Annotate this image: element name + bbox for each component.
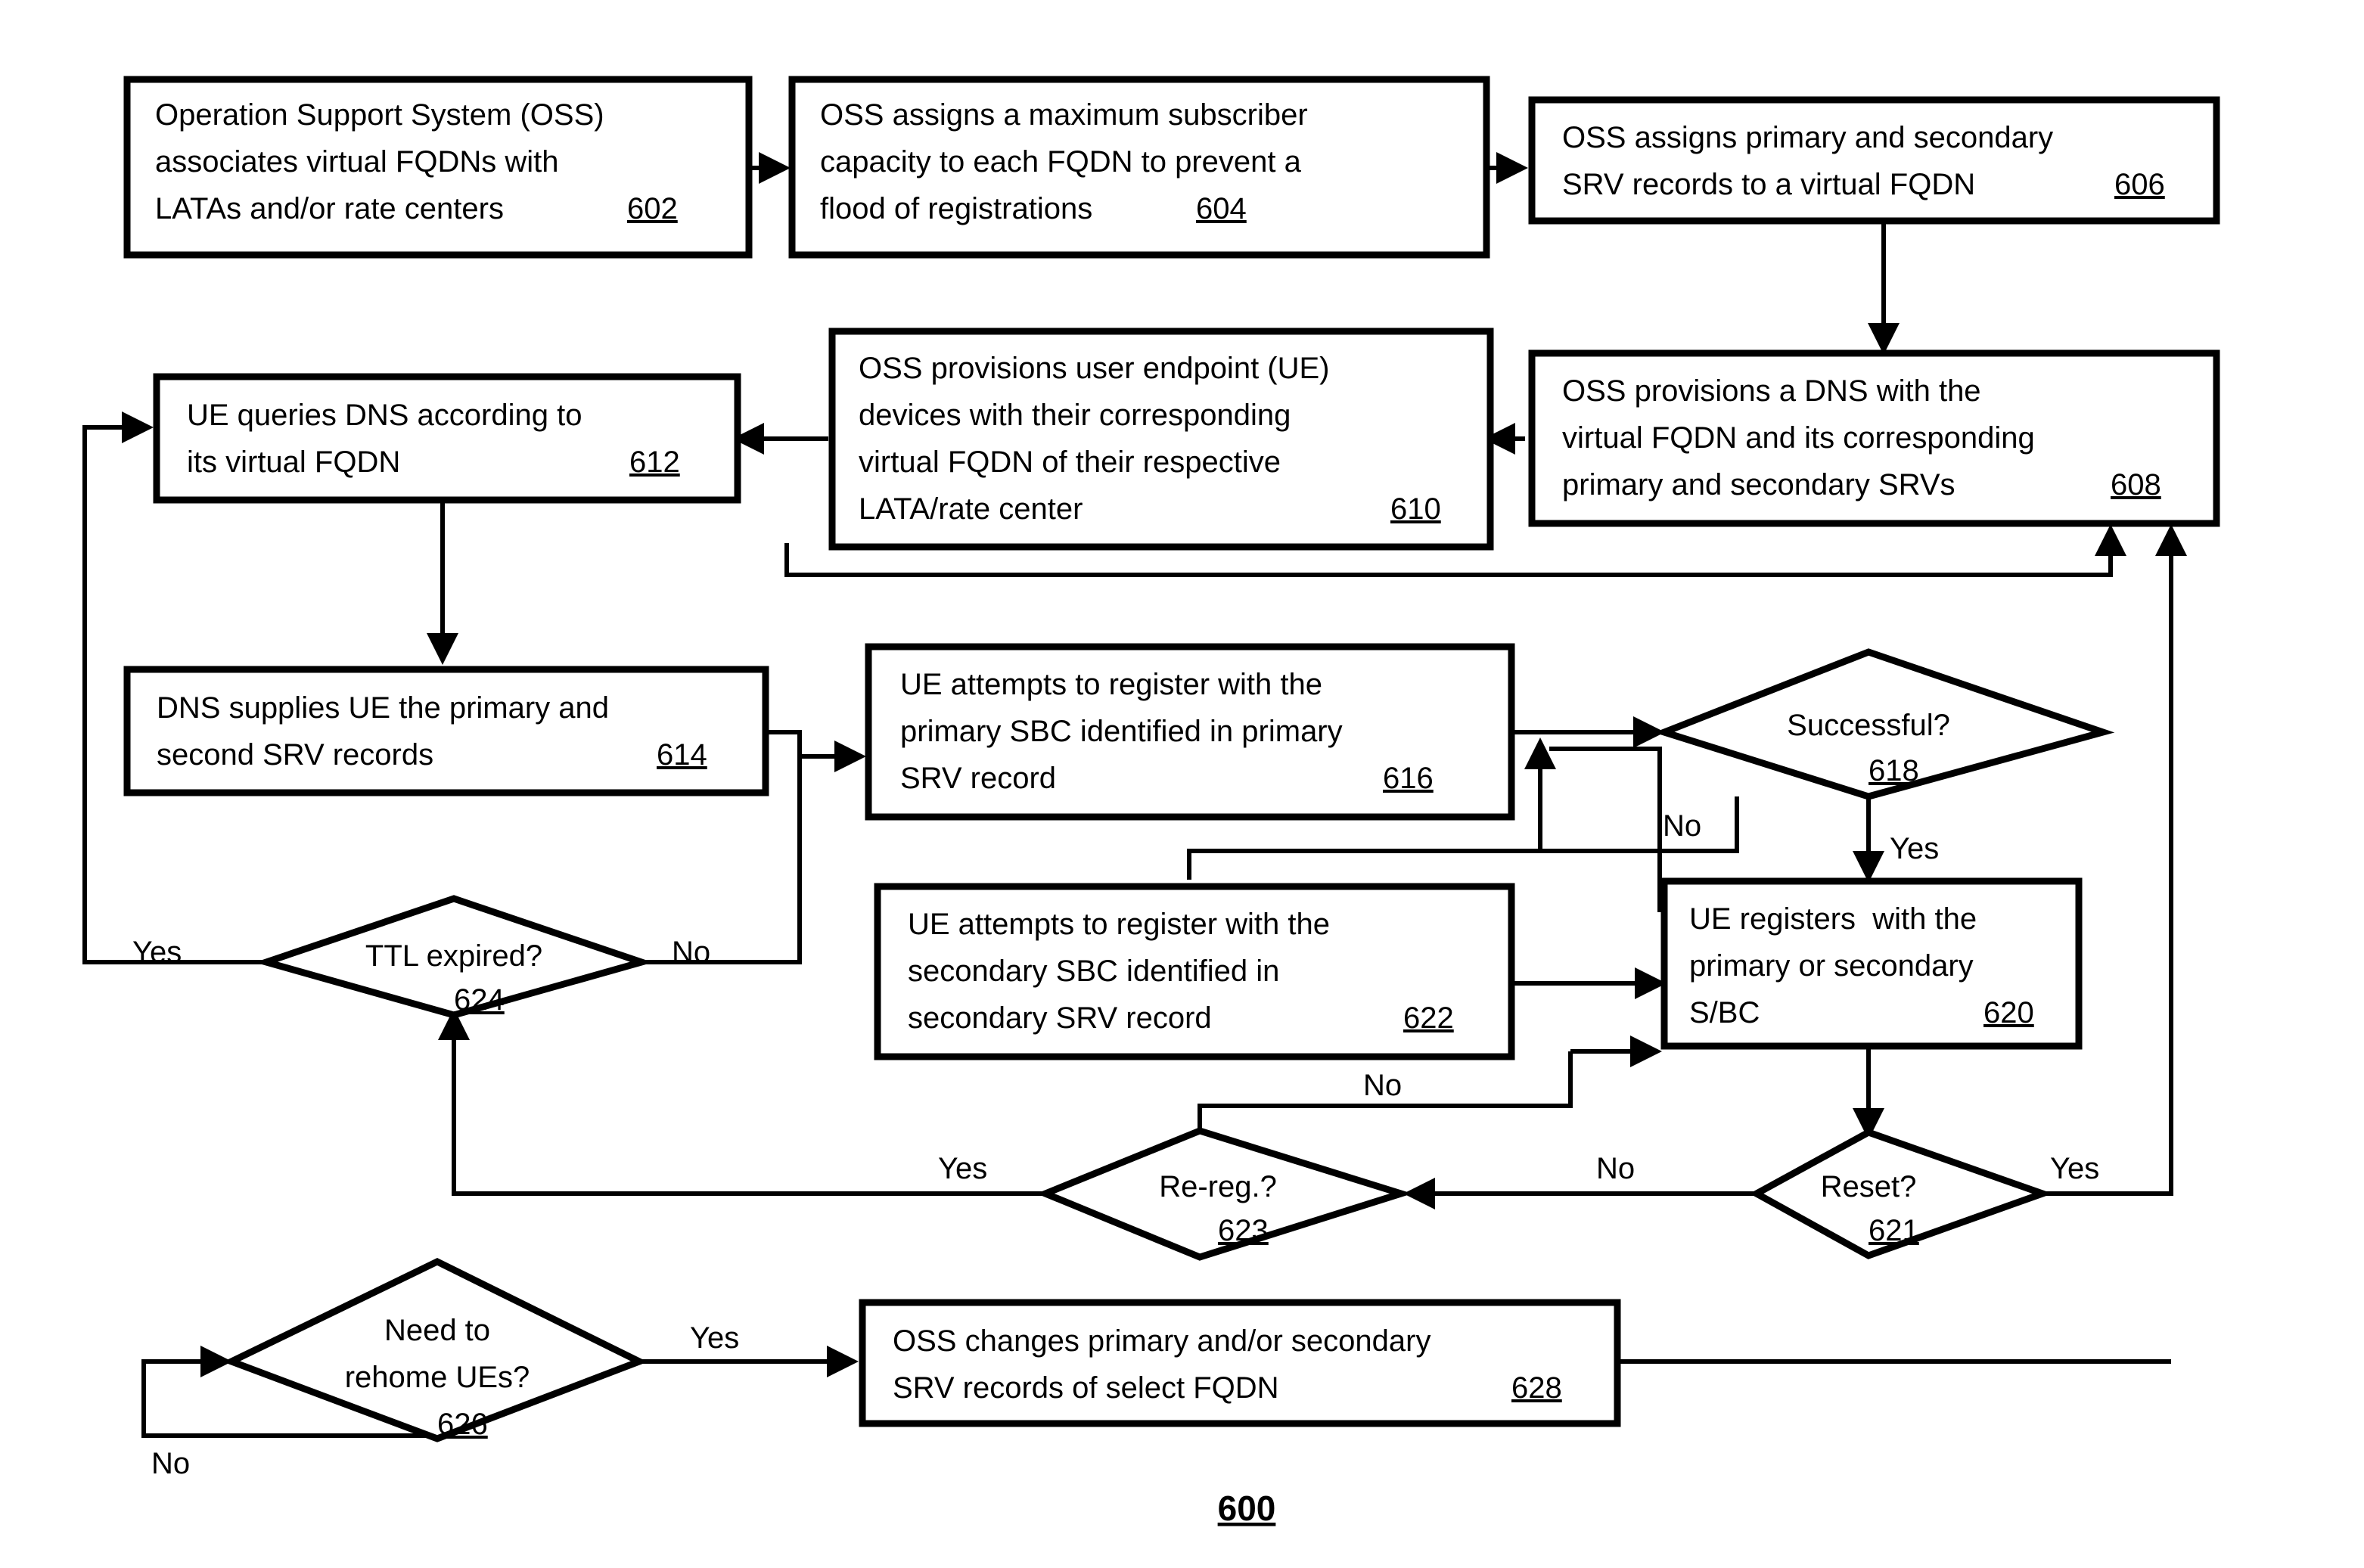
edge-label-623-yes: Yes bbox=[938, 1152, 987, 1185]
node-620-line-1: primary or secondary bbox=[1689, 949, 1974, 983]
node-608-line-0: OSS provisions a DNS with the bbox=[1562, 374, 1981, 408]
node-612-line-0: UE queries DNS according to bbox=[187, 399, 582, 432]
node-621-line-0: Reset? bbox=[1821, 1170, 1917, 1203]
node-606-line-1: SRV records to a virtual FQDN bbox=[1562, 168, 1975, 201]
node-621[interactable]: Reset? 621 bbox=[1749, 1129, 2053, 1259]
node-622-line-0: UE attempts to register with the bbox=[908, 908, 1330, 941]
node-608-ref: 608 bbox=[2111, 468, 2161, 501]
node-620-ref: 620 bbox=[1983, 996, 2034, 1029]
edge-621-yes-to-608 bbox=[1985, 524, 2187, 1196]
node-602-line-2: LATAs and/or rate centers bbox=[155, 192, 504, 225]
node-618-ref: 618 bbox=[1869, 754, 1919, 787]
node-623-line-0: Re-reg.? bbox=[1159, 1170, 1277, 1203]
node-624-line-0: TTL expired? bbox=[365, 939, 542, 973]
edge-label-626-yes: Yes bbox=[690, 1321, 739, 1355]
figure-canvas: Operation Support System (OSS) associate… bbox=[0, 0, 2364, 1568]
node-628[interactable]: OSS changes primary and/or secondary SRV… bbox=[859, 1299, 1621, 1427]
node-614-line-1: second SRV records bbox=[157, 738, 433, 772]
node-618[interactable]: Successful? 618 bbox=[1654, 648, 2115, 800]
node-618-line-0: Successful? bbox=[1787, 709, 1950, 742]
edge-label-624-yes: Yes bbox=[132, 936, 182, 969]
node-608[interactable]: OSS provisions a DNS with the virtual FQ… bbox=[1528, 349, 2220, 527]
node-614[interactable]: DNS supplies UE the primary and second S… bbox=[123, 666, 769, 796]
node-612-line-1: its virtual FQDN bbox=[187, 446, 400, 479]
node-626-line-0: Need to bbox=[384, 1314, 490, 1347]
node-628-line-1: SRV records of select FQDN bbox=[893, 1371, 1279, 1405]
edge-label-618-no: No bbox=[1663, 809, 1701, 843]
node-626-line-1: rehome UEs? bbox=[345, 1361, 530, 1394]
edge-label-626-no: No bbox=[151, 1447, 190, 1480]
node-614-line-0: DNS supplies UE the primary and bbox=[157, 691, 609, 725]
node-622[interactable]: UE attempts to register with the seconda… bbox=[874, 883, 1515, 1060]
node-610-line-0: OSS provisions user endpoint (UE) bbox=[859, 352, 1330, 385]
flowchart-svg: Operation Support System (OSS) associate… bbox=[82, 76, 2220, 1528]
edge-label-621-no: No bbox=[1596, 1152, 1635, 1185]
node-602-ref: 602 bbox=[627, 192, 678, 225]
node-616-line-0: UE attempts to register with the bbox=[900, 668, 1322, 701]
node-622-line-1: secondary SBC identified in bbox=[908, 955, 1279, 988]
node-606-line-0: OSS assigns primary and secondary bbox=[1562, 121, 2053, 154]
figure-number: 600 bbox=[1218, 1489, 1276, 1528]
node-626-ref: 626 bbox=[437, 1408, 488, 1441]
edge-622-retry-route bbox=[1538, 802, 1662, 912]
node-628-line-0: OSS changes primary and/or secondary bbox=[893, 1324, 1431, 1358]
edge-614-to-616 bbox=[766, 730, 866, 772]
node-620-line-2: S/BC bbox=[1689, 996, 1760, 1029]
node-606[interactable]: OSS assigns primary and secondary SRV re… bbox=[1528, 96, 2220, 225]
node-610-ref: 610 bbox=[1390, 492, 1441, 526]
node-610-line-2: virtual FQDN of their respective bbox=[859, 446, 1281, 479]
node-623-ref: 623 bbox=[1218, 1214, 1269, 1247]
node-602-line-0: Operation Support System (OSS) bbox=[155, 98, 604, 132]
node-612-ref: 612 bbox=[629, 446, 680, 479]
node-606-ref: 606 bbox=[2114, 168, 2165, 201]
node-620-line-0: UE registers with the bbox=[1689, 902, 1977, 936]
node-604-line-0: OSS assigns a maximum subscriber bbox=[820, 98, 1308, 132]
node-614-ref: 614 bbox=[657, 738, 707, 772]
node-628-ref: 628 bbox=[1511, 1371, 1562, 1405]
edge-label-624-no: No bbox=[672, 936, 710, 969]
node-622-ref: 622 bbox=[1403, 1001, 1454, 1035]
node-624[interactable]: TTL expired? 624 bbox=[254, 895, 654, 1019]
node-624-ref: 624 bbox=[454, 983, 505, 1017]
node-616-line-1: primary SBC identified in primary bbox=[900, 715, 1343, 748]
node-626[interactable]: Need to rehome UEs? 626 bbox=[222, 1257, 648, 1442]
node-620[interactable]: UE registers with the primary or seconda… bbox=[1660, 877, 2083, 1050]
node-614-box bbox=[123, 666, 769, 796]
node-628-box bbox=[859, 1299, 1621, 1427]
node-610-line-1: devices with their corresponding bbox=[859, 399, 1291, 432]
node-606-box bbox=[1528, 96, 2220, 225]
node-616[interactable]: UE attempts to register with the primary… bbox=[865, 643, 1515, 821]
node-602[interactable]: Operation Support System (OSS) associate… bbox=[123, 76, 753, 259]
node-608-line-1: virtual FQDN and its corresponding bbox=[1562, 421, 2035, 455]
node-621-ref: 621 bbox=[1869, 1214, 1919, 1247]
edge-622-retry-horizontal bbox=[1549, 747, 1662, 912]
node-612-box bbox=[153, 373, 741, 504]
node-604[interactable]: OSS assigns a maximum subscriber capacit… bbox=[788, 76, 1490, 259]
node-616-ref: 616 bbox=[1383, 762, 1434, 795]
node-604-ref: 604 bbox=[1196, 192, 1247, 225]
node-610[interactable]: OSS provisions user endpoint (UE) device… bbox=[828, 328, 1494, 551]
node-622-line-2: secondary SRV record bbox=[908, 1001, 1212, 1035]
node-610-line-3: LATA/rate center bbox=[859, 492, 1083, 526]
node-616-line-2: SRV record bbox=[900, 762, 1056, 795]
node-626-diamond bbox=[222, 1257, 648, 1442]
edge-label-618-yes: Yes bbox=[1890, 832, 1939, 865]
node-604-line-1: capacity to each FQDN to prevent a bbox=[820, 145, 1302, 179]
edge-label-623-no: No bbox=[1363, 1069, 1402, 1102]
node-612[interactable]: UE queries DNS according to its virtual … bbox=[153, 373, 741, 504]
edge-label-621-yes: Yes bbox=[2050, 1152, 2099, 1185]
node-608-line-2: primary and secondary SRVs bbox=[1562, 468, 1956, 501]
node-604-line-2: flood of registrations bbox=[820, 192, 1092, 225]
node-623[interactable]: Re-reg.? 623 bbox=[1036, 1127, 1413, 1261]
node-602-line-1: associates virtual FQDNs with bbox=[155, 145, 558, 179]
